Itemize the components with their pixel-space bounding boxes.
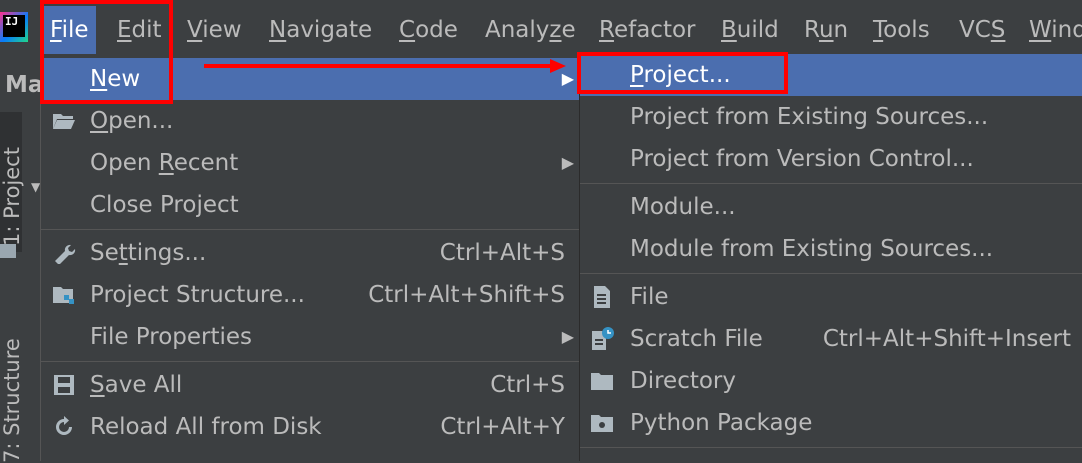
submenu-item-scratch-file[interactable]: Scratch File Ctrl+Alt+Shift+Insert [580, 318, 1082, 360]
menu-item-open[interactable]: Open... [41, 100, 580, 142]
reload-icon [51, 416, 77, 438]
scratch-file-icon [589, 327, 615, 350]
menu-item-shortcut: Ctrl+Alt+Y [440, 414, 565, 440]
menu-item-reload-all[interactable]: Reload All from Disk Ctrl+Alt+Y [41, 406, 580, 448]
folder-icon [0, 244, 16, 258]
submenu-item-project-version-control[interactable]: Project from Version Control... [580, 138, 1082, 180]
collapse-triangle-icon[interactable]: ▼ [31, 180, 40, 194]
menu-separator [41, 229, 580, 230]
project-structure-icon [51, 284, 77, 306]
menu-separator [41, 361, 580, 362]
breadcrumb: Ma [5, 72, 44, 98]
submenu-item-label: Module from Existing Sources... [630, 236, 994, 262]
annotation-arrow [204, 59, 566, 73]
menu-item-label: Open Recent [90, 150, 239, 176]
submenu-item-python-package[interactable]: Python Package [580, 402, 1082, 444]
menu-window[interactable]: Wind [1022, 6, 1082, 54]
menu-item-project-structure[interactable]: Project Structure... Ctrl+Alt+Shift+S [41, 274, 580, 316]
submenu-item-label: Directory [630, 368, 737, 394]
menu-item-label: Open... [90, 108, 174, 134]
submenu-item-label: File [630, 284, 669, 310]
file-menu-dropdown: New ▶ Open... Open Recent ▶ Close Project … [40, 58, 580, 461]
menu-refactor[interactable]: Refactor [592, 6, 703, 54]
menu-item-file-properties[interactable]: File Properties ▶ [41, 316, 580, 358]
wrench-icon [51, 242, 77, 264]
menu-item-label: Reload All from Disk [90, 414, 322, 440]
menu-item-label: Close Project [90, 192, 239, 218]
submenu-item-module[interactable]: Module... [580, 186, 1082, 228]
menu-item-label: Save All [90, 372, 183, 398]
submenu-item-file[interactable]: File [580, 276, 1082, 318]
menu-item-shortcut: Ctrl+Alt+S [439, 240, 565, 266]
save-icon [51, 374, 77, 396]
menu-tools[interactable]: Tools [866, 6, 937, 54]
app-logo-icon: IJ [0, 12, 28, 42]
submenu-item-label: Scratch File [630, 326, 763, 352]
file-icon [589, 286, 615, 308]
menu-run[interactable]: Run [797, 6, 855, 54]
menu-item-shortcut: Ctrl+Alt+Shift+S [368, 282, 565, 308]
submenu-item-module-existing-sources[interactable]: Module from Existing Sources... [580, 228, 1082, 270]
menu-analyze[interactable]: Analyze [478, 6, 583, 54]
submenu-item-label: Python Package [630, 410, 813, 436]
menu-item-save-all[interactable]: Save All Ctrl+S [41, 364, 580, 406]
python-package-icon [589, 412, 615, 434]
menu-item-label: Settings... [90, 240, 207, 266]
menu-code[interactable]: Code [392, 6, 465, 54]
submenu-item-shortcut: Ctrl+Alt+Shift+Insert [822, 326, 1071, 352]
menu-navigate[interactable]: Navigate [262, 6, 379, 54]
menu-build[interactable]: Build [714, 6, 786, 54]
new-submenu: Project... Project from Existing Sources… [579, 54, 1082, 461]
directory-icon [589, 370, 615, 392]
menu-item-shortcut: Ctrl+S [490, 372, 565, 398]
tab-project[interactable]: 1: Project [0, 112, 24, 252]
tab-structure[interactable]: 7: Structure [0, 303, 24, 463]
menu-item-open-recent[interactable]: Open Recent ▶ [41, 142, 580, 184]
folder-open-icon [51, 110, 77, 132]
menu-view[interactable]: View [180, 6, 249, 54]
menu-item-label: Project Structure... [90, 282, 305, 308]
menu-item-close-project[interactable]: Close Project [41, 184, 580, 226]
submenu-item-label: Project from Version Control... [630, 146, 974, 172]
annotation-box-project [577, 52, 788, 94]
menu-separator [580, 273, 1082, 274]
submenu-item-project-existing-sources[interactable]: Project from Existing Sources... [580, 96, 1082, 138]
submenu-item-label: Module... [630, 194, 736, 220]
annotation-box-file-edit [40, 0, 173, 104]
submenu-arrow-icon: ▶ [561, 327, 574, 346]
submenu-arrow-icon: ▶ [561, 153, 574, 172]
submenu-item-directory[interactable]: Directory [580, 360, 1082, 402]
menu-item-settings[interactable]: Settings... Ctrl+Alt+S [41, 232, 580, 274]
menu-separator [580, 183, 1082, 184]
menu-separator [580, 447, 1082, 448]
menu-item-label: File Properties [90, 324, 253, 350]
submenu-item-label: Project from Existing Sources... [630, 104, 989, 130]
menu-vcs[interactable]: VCS [952, 6, 1012, 54]
